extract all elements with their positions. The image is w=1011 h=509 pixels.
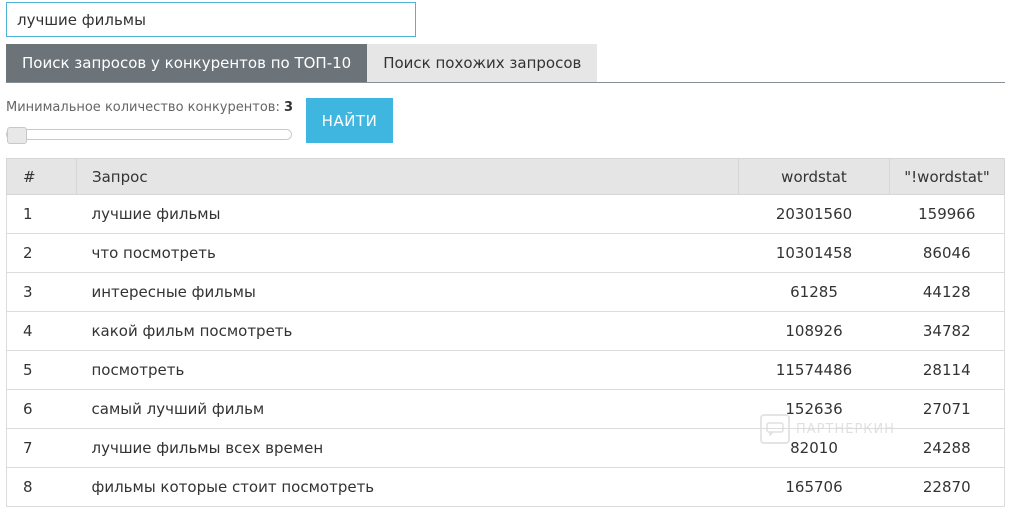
row-wordstat: 20301560 <box>738 194 890 234</box>
row-query: лучшие фильмы всех времен <box>76 428 739 468</box>
row-query: что посмотреть <box>76 233 739 273</box>
row-num: 5 <box>6 350 77 390</box>
header-exact-wordstat[interactable]: "!wordstat" <box>889 158 1005 195</box>
row-num: 4 <box>6 311 77 351</box>
table-row: 5 посмотреть 11574486 28114 <box>6 350 1005 390</box>
tabs-divider <box>6 82 1005 83</box>
row-query: посмотреть <box>76 350 739 390</box>
table-row: 2 что посмотреть 10301458 86046 <box>6 233 1005 273</box>
tabs: Поиск запросов у конкурентов по ТОП-10 П… <box>6 44 598 82</box>
row-exact-wordstat: 86046 <box>889 233 1005 273</box>
row-wordstat: 108926 <box>738 311 890 351</box>
slider-handle[interactable] <box>7 127 27 144</box>
row-query: какой фильм посмотреть <box>76 311 739 351</box>
chat-logo-icon <box>760 414 790 444</box>
table-row: 3 интересные фильмы 61285 44128 <box>6 272 1005 312</box>
watermark-text: ПАРТНЕРКИН <box>796 421 896 437</box>
row-num: 2 <box>6 233 77 273</box>
row-query: интересные фильмы <box>76 272 739 312</box>
row-exact-wordstat: 22870 <box>889 467 1005 507</box>
row-wordstat: 61285 <box>738 272 890 312</box>
search-input[interactable] <box>6 2 416 37</box>
row-exact-wordstat: 28114 <box>889 350 1005 390</box>
min-competitors-slider[interactable] <box>6 127 292 144</box>
row-wordstat: 10301458 <box>738 233 890 273</box>
row-exact-wordstat: 159966 <box>889 194 1005 234</box>
row-num: 6 <box>6 389 77 429</box>
row-num: 7 <box>6 428 77 468</box>
row-wordstat: 11574486 <box>738 350 890 390</box>
table-row: 1 лучшие фильмы 20301560 159966 <box>6 194 1005 234</box>
header-num[interactable]: # <box>6 158 77 195</box>
tab-competitors-top10[interactable]: Поиск запросов у конкурентов по ТОП-10 <box>6 44 368 82</box>
row-exact-wordstat: 44128 <box>889 272 1005 312</box>
row-num: 8 <box>6 467 77 507</box>
min-competitors-label: Минимальное количество конкурентов: 3 <box>6 100 293 115</box>
row-num: 3 <box>6 272 77 312</box>
min-competitors-value: 3 <box>283 100 294 115</box>
row-exact-wordstat: 24288 <box>889 428 1005 468</box>
table-row: 4 какой фильм посмотреть 108926 34782 <box>6 311 1005 351</box>
row-query: самый лучший фильм <box>76 389 739 429</box>
row-num: 1 <box>6 194 77 234</box>
row-exact-wordstat: 27071 <box>889 389 1005 429</box>
find-button[interactable]: НАЙТИ <box>306 98 393 143</box>
row-query: лучшие фильмы <box>76 194 739 234</box>
min-competitors-text: Минимальное количество конкурентов: <box>6 100 280 115</box>
header-query[interactable]: Запрос <box>76 158 739 195</box>
tab-similar-queries[interactable]: Поиск похожих запросов <box>367 44 598 82</box>
row-query: фильмы которые стоит посмотреть <box>76 467 739 507</box>
header-wordstat[interactable]: wordstat <box>738 158 890 195</box>
table-row: 8 фильмы которые стоит посмотреть 165706… <box>6 467 1005 507</box>
results-table: # Запрос wordstat "!wordstat" 1 лучшие ф… <box>6 158 1005 507</box>
watermark: ПАРТНЕРКИН <box>760 414 895 444</box>
table-header-row: # Запрос wordstat "!wordstat" <box>6 158 1005 195</box>
row-exact-wordstat: 34782 <box>889 311 1005 351</box>
slider-track[interactable] <box>6 129 292 140</box>
row-wordstat: 165706 <box>738 467 890 507</box>
